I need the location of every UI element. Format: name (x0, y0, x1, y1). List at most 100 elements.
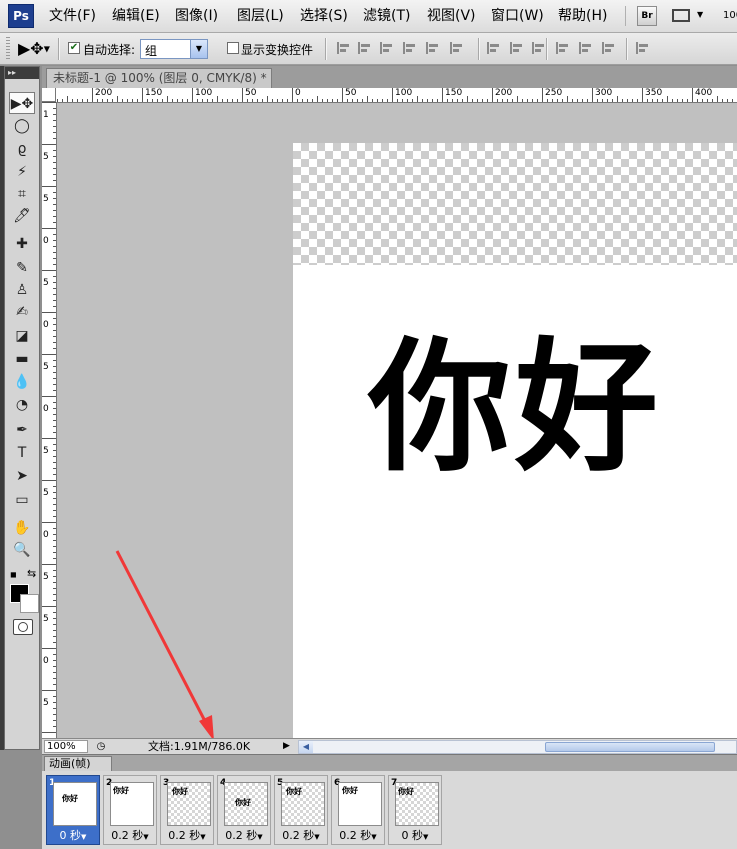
frame-delay-dropdown[interactable]: 0.2 秒▼ (275, 827, 327, 843)
ruler-tick (572, 99, 573, 102)
ruler-tick (567, 96, 568, 102)
eyedropper-icon[interactable]: 🖊 (9, 205, 35, 227)
frame-delay-dropdown[interactable]: 0.2 秒▼ (104, 827, 156, 843)
history-brush-icon[interactable]: ✍ (9, 301, 35, 323)
ruler-tick (157, 99, 158, 102)
lasso-icon[interactable]: ϱ (9, 138, 35, 160)
distribute-left-icon[interactable] (556, 42, 570, 54)
ruler-tick (127, 99, 128, 102)
horizontal-scrollbar[interactable]: ◀ (298, 740, 737, 754)
frame-thumbnail-text: 你好 (235, 798, 251, 807)
ruler-tick (672, 99, 673, 102)
screen-mode-button[interactable]: ▼ (672, 6, 703, 24)
zoom-icon[interactable]: 🔍 (9, 539, 35, 561)
distribute-right-icon[interactable] (602, 42, 616, 54)
rectangle-shape-icon[interactable]: ▭ (9, 489, 35, 511)
menu-item[interactable]: 选择(S) (300, 0, 348, 32)
ruler-tick (53, 456, 56, 457)
toolbox-collapse-button[interactable]: ▸▸ (5, 67, 39, 79)
menu-item[interactable]: 滤镜(T) (363, 0, 410, 32)
distribute-vcenter-icon[interactable] (510, 42, 524, 54)
scroll-left-icon[interactable]: ◀ (299, 741, 313, 753)
animation-frame[interactable]: 6你好0.2 秒▼ (331, 775, 385, 845)
menu-item[interactable]: 帮助(H) (558, 0, 607, 32)
elliptical-marquee-icon[interactable]: ◯ (9, 115, 35, 137)
auto-select-checkbox[interactable]: ✔ (68, 42, 80, 54)
frame-delay-dropdown[interactable]: 0.2 秒▼ (332, 827, 384, 843)
hand-icon[interactable]: ✋ (9, 517, 35, 539)
align-right-icon[interactable] (450, 42, 464, 54)
swap-colors-icon[interactable]: ⇆ (27, 567, 36, 580)
animation-frame[interactable]: 3你好0.2 秒▼ (160, 775, 214, 845)
animation-frame[interactable]: 2你好0.2 秒▼ (103, 775, 157, 845)
menu-item[interactable]: 视图(V) (427, 0, 476, 32)
status-menu-arrow-icon[interactable]: ▶ (283, 741, 290, 751)
vertical-ruler[interactable]: 1 5 5 0 5 0 5 0 5 5 0 5 5 0 5 (42, 102, 57, 738)
crop-icon[interactable]: ⌗ (9, 183, 35, 205)
default-colors-icon[interactable]: ◼ (10, 570, 17, 579)
ruler-tick (53, 600, 56, 601)
scrollbar-thumb[interactable] (545, 742, 715, 752)
ruler-tick (482, 99, 483, 102)
pen-icon[interactable]: ✒ (9, 419, 35, 441)
distribute-top-icon[interactable] (487, 42, 501, 54)
options-bar-grip[interactable] (6, 37, 10, 59)
horizontal-ruler[interactable]: 200 150 100 50 0 50 100 150 200 250 300 350 400 (42, 88, 737, 103)
path-selection-icon[interactable]: ➤ (9, 465, 35, 487)
move-tool-icon[interactable]: ▶✥ (9, 92, 35, 114)
distribute-bottom-icon[interactable] (532, 42, 546, 54)
auto-select-dropdown[interactable]: 组 ▼ (140, 39, 208, 59)
distribute-hcenter-icon[interactable] (579, 42, 593, 54)
menu-item[interactable]: 文件(F) (49, 0, 96, 32)
menu-item[interactable]: 窗口(W) (491, 0, 544, 32)
animation-panel-tab[interactable]: 动画(帧) (44, 756, 112, 771)
ruler-origin[interactable] (42, 88, 56, 102)
auto-align-icon[interactable] (636, 42, 650, 54)
ruler-tick (53, 246, 56, 247)
frame-delay-value: 0.2 秒 (282, 829, 315, 842)
document-tab[interactable]: 未标题-1 @ 100% (图层 0, CMYK/8) * (46, 68, 272, 88)
brush-icon[interactable]: ✎ (9, 257, 35, 279)
ruler-tick (42, 438, 56, 439)
align-left-icon[interactable] (403, 42, 417, 54)
menu-item[interactable]: 编辑(E) (112, 0, 160, 32)
menu-item[interactable]: 图像(I) (175, 0, 218, 32)
animation-frame[interactable]: 4你好0.2 秒▼ (217, 775, 271, 845)
animation-frame[interactable]: 1你好0 秒▼ (46, 775, 100, 845)
ruler-tick (53, 138, 56, 139)
frame-delay-dropdown[interactable]: 0.2 秒▼ (218, 827, 270, 843)
canvas-transparent-area[interactable] (293, 143, 737, 265)
magic-wand-icon[interactable]: ⚡ (9, 161, 35, 183)
clone-stamp-icon[interactable]: ♙ (9, 279, 35, 301)
animation-panel-header: 动画(帧) (42, 755, 737, 771)
gradient-icon[interactable]: ▬ (9, 348, 35, 370)
blur-icon[interactable]: 💧 (9, 371, 35, 393)
healing-brush-icon[interactable]: ✚ (9, 233, 35, 255)
show-transform-checkbox[interactable] (227, 42, 239, 54)
frame-delay-dropdown[interactable]: 0 秒▼ (389, 827, 441, 843)
ruler-tick (53, 216, 56, 217)
zoom-field[interactable]: 100% (44, 740, 88, 753)
align-vcenter-icon[interactable] (358, 42, 372, 54)
canvas-text-layer[interactable]: 你好 (368, 318, 662, 498)
bridge-button[interactable]: Br (637, 6, 657, 26)
document-size-info: 文档:1.91M/786.0K (148, 740, 251, 753)
menu-item[interactable]: 图层(L) (237, 0, 284, 32)
tool-preset-picker[interactable]: ▶✥▼ (18, 38, 52, 60)
background-color-swatch[interactable] (20, 594, 39, 613)
frame-delay-dropdown[interactable]: 0.2 秒▼ (161, 827, 213, 843)
align-bottom-icon[interactable] (380, 42, 394, 54)
frame-delay-dropdown[interactable]: 0 秒▼ (47, 827, 99, 843)
animation-frame[interactable]: 7你好0 秒▼ (388, 775, 442, 845)
animation-frame[interactable]: 5你好0.2 秒▼ (274, 775, 328, 845)
status-info-icon[interactable]: ◷ (94, 740, 108, 753)
quick-mask-button[interactable] (13, 619, 33, 635)
align-hcenter-icon[interactable] (426, 42, 440, 54)
dodge-icon[interactable]: ◔ (9, 394, 35, 416)
toolbox: ▸▸ ▶✥ ◯ ϱ ⚡ ⌗ 🖊 ✚ ✎ ♙ ✍ ◪ ▬ 💧 ◔ ✒ T ➤ ▭ ✋ 🔍 ◼ ⇆ (4, 66, 40, 750)
eraser-icon[interactable]: ◪ (9, 325, 35, 347)
type-icon[interactable]: T (9, 442, 35, 464)
align-top-icon[interactable] (337, 42, 351, 54)
frame-delay-value: 0.2 秒 (339, 829, 372, 842)
zoom-level-menu[interactable]: 100 (723, 0, 737, 32)
